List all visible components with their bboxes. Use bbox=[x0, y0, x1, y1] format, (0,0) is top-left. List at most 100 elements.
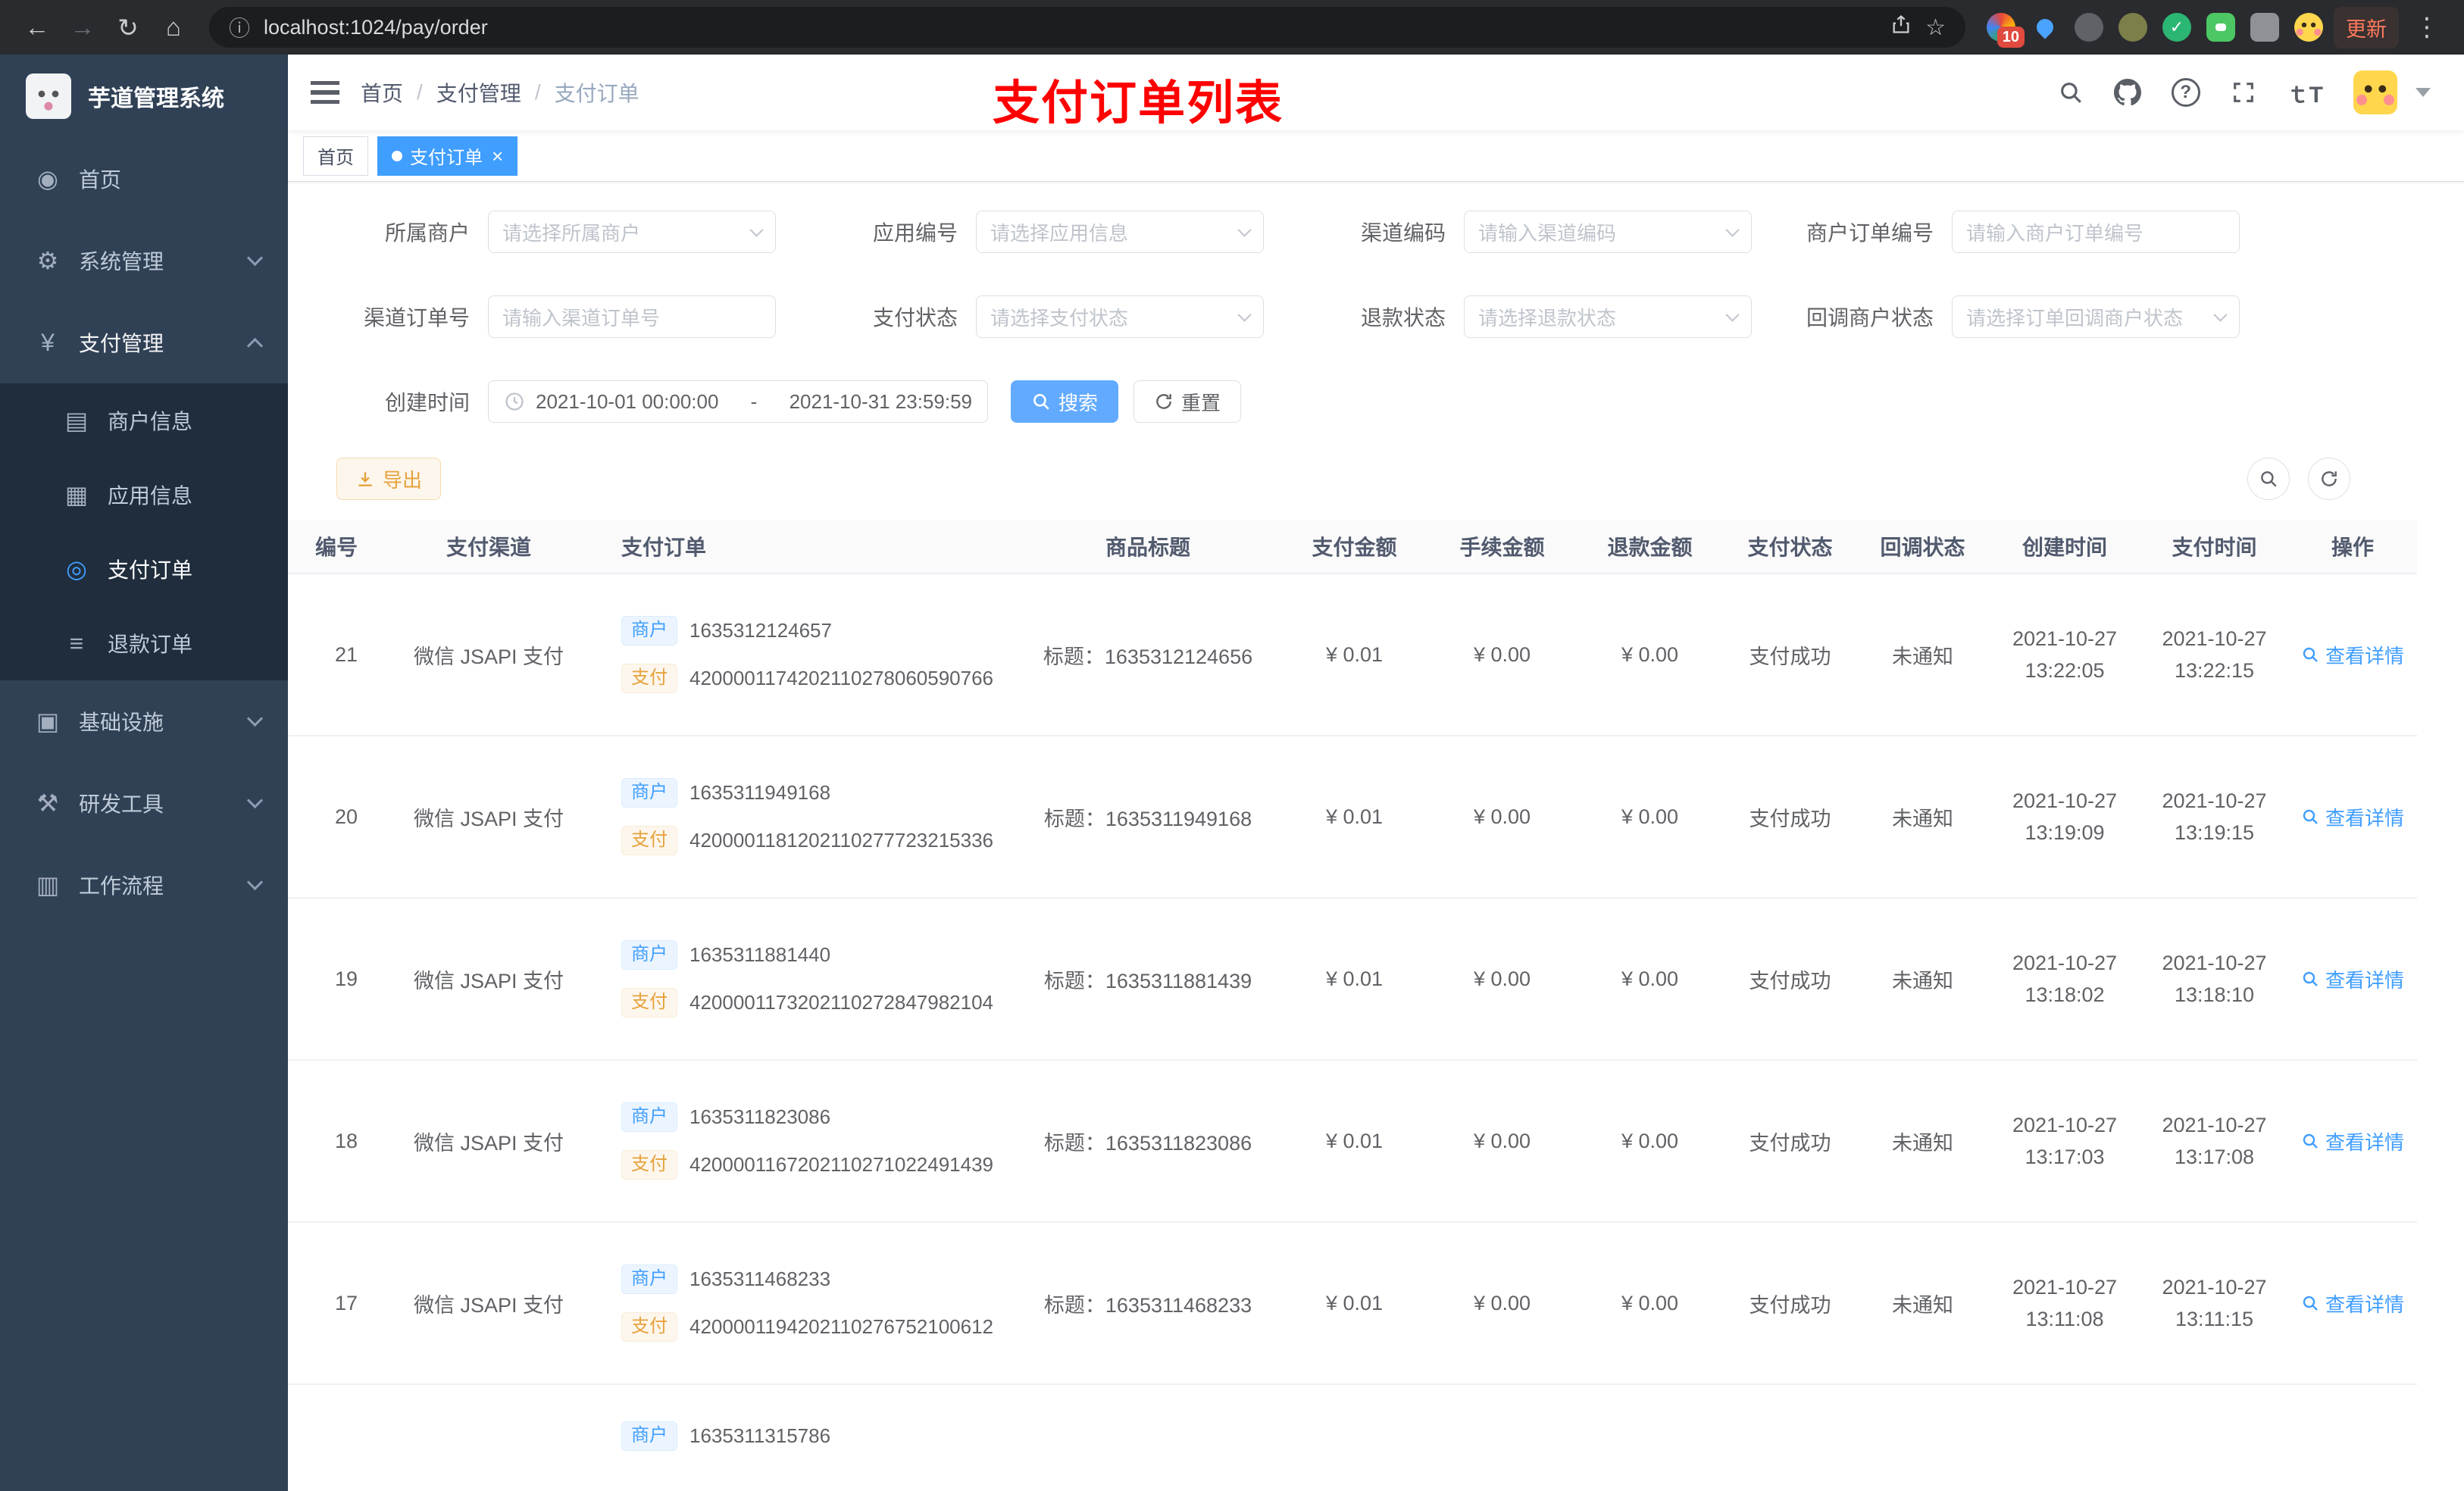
merchant-order-no: 1635311315786 bbox=[689, 1424, 831, 1447]
logo-row[interactable]: 芋道管理系统 bbox=[0, 55, 288, 138]
merchant-tag: 商户 bbox=[621, 940, 677, 970]
sidebar-item-dev-tools[interactable]: ⚒ 研发工具 bbox=[0, 762, 288, 844]
tab-home[interactable]: 首页 bbox=[303, 136, 368, 176]
table-row[interactable]: 20 微信 JSAPI 支付 商户 1635311949168 支付 4200001181… bbox=[288, 736, 2417, 899]
table-row[interactable]: 18 微信 JSAPI 支付 商户 1635311823086 支付 4200001167… bbox=[288, 1061, 2417, 1223]
tab-label: 首页 bbox=[317, 148, 354, 168]
github-icon[interactable] bbox=[2113, 79, 2141, 106]
table-row[interactable]: 21 微信 JSAPI 支付 商户 1635312124657 支付 4200001174… bbox=[288, 574, 2417, 736]
browser-menu-icon[interactable]: ⋮ bbox=[2403, 12, 2447, 42]
puzzle-extension-icon[interactable] bbox=[2250, 13, 2279, 42]
table-row[interactable]: 17 微信 JSAPI 支付 商户 1635311468233 支付 4200001194… bbox=[288, 1223, 2417, 1385]
table-row-partial[interactable]: 商户 1635311315786 bbox=[288, 1385, 2417, 1491]
filter-select-notify-status[interactable]: 请选择订单回调商户状态 bbox=[1952, 295, 2240, 338]
magnifier-icon bbox=[2261, 471, 2277, 487]
font-size-icon[interactable]: ｔT bbox=[2287, 76, 2323, 109]
tab-pay-order[interactable]: 支付订单 × bbox=[377, 136, 518, 176]
merchant-order-line: 商户 1635311823086 bbox=[621, 1102, 830, 1132]
search-button[interactable]: 搜索 bbox=[1011, 380, 1119, 423]
filter-select-channel-code[interactable]: 请输入渠道编码 bbox=[1464, 211, 1752, 253]
share-icon[interactable] bbox=[1890, 14, 1912, 41]
pay-date: 2021-10-27 bbox=[2162, 951, 2267, 974]
olive-extension-icon[interactable] bbox=[2118, 13, 2147, 42]
filter-select-merchant[interactable]: 请选择所属商户 bbox=[488, 211, 776, 253]
filter-select-pay-status[interactable]: 请选择支付状态 bbox=[976, 295, 1264, 338]
browser-refresh-button[interactable]: ↻ bbox=[108, 7, 149, 48]
column-header-7: 支付状态 bbox=[1747, 536, 1833, 559]
sidebar-item-refund-order[interactable]: ≡ 退款订单 bbox=[0, 606, 288, 680]
pay-amount-cell: ¥ 0.01 bbox=[1325, 805, 1384, 828]
pay-amount-cell: ¥ 0.01 bbox=[1325, 1291, 1384, 1314]
create-time-range-input[interactable]: 2021-10-01 00:00:00 - 2021-10-31 23:59:5… bbox=[488, 380, 988, 423]
view-detail-link[interactable]: 查看详情 bbox=[2301, 965, 2404, 993]
pay-tag: 支付 bbox=[621, 988, 677, 1017]
refresh-table-button[interactable] bbox=[2308, 458, 2350, 500]
action-cell: 查看详情 bbox=[2288, 1223, 2417, 1383]
chevron-down-icon[interactable] bbox=[2416, 88, 2431, 97]
sidebar-item-pay-order[interactable]: ◎ 支付订单 bbox=[0, 532, 288, 606]
navbar-actions: ? ｔT bbox=[2058, 70, 2464, 114]
table-row[interactable]: 19 微信 JSAPI 支付 商户 1635311881440 支付 4200001173… bbox=[288, 899, 2417, 1061]
view-detail-link[interactable]: 查看详情 bbox=[2301, 1127, 2404, 1155]
close-icon[interactable]: × bbox=[492, 146, 503, 166]
sidebar-item-merchant-info[interactable]: ▤ 商户信息 bbox=[0, 383, 288, 458]
export-button[interactable]: 导出 bbox=[336, 458, 442, 500]
search-icon[interactable] bbox=[2058, 80, 2084, 105]
browser-update-button[interactable]: 更新 bbox=[2334, 6, 2399, 48]
sidebar-item-payment[interactable]: ¥ 支付管理 bbox=[0, 302, 288, 383]
sidebar-item-label: 商户信息 bbox=[108, 410, 193, 433]
filter-input-channel-order-no[interactable]: 请输入渠道订单号 bbox=[488, 295, 776, 338]
merchant-order-no: 1635311823086 bbox=[689, 1105, 831, 1129]
sidebar-item-workflow[interactable]: ▥ 工作流程 bbox=[0, 844, 288, 926]
pay-order-cell: 商户 1635312124657 支付 42000011742021102780605… bbox=[606, 574, 1015, 735]
fullscreen-icon[interactable] bbox=[2231, 80, 2256, 105]
fee-amount-cell: ¥ 0.00 bbox=[1473, 642, 1531, 666]
dark-extension-icon[interactable] bbox=[2075, 13, 2103, 42]
reset-button[interactable]: 重置 bbox=[1134, 380, 1242, 423]
breadcrumb-item[interactable]: 支付管理 bbox=[436, 77, 521, 108]
pay-time-cell: 2021-10-27 13:18:10 bbox=[2140, 899, 2288, 1059]
page-annotation: 支付订单列表 bbox=[993, 77, 1284, 130]
order-id-cell: 18 bbox=[334, 1129, 358, 1152]
sidebar-item-app-info[interactable]: ▦ 应用信息 bbox=[0, 458, 288, 532]
check-extension-icon[interactable]: ✓ bbox=[2162, 13, 2191, 42]
download-icon bbox=[358, 472, 372, 486]
view-detail-link[interactable]: 查看详情 bbox=[2301, 803, 2404, 831]
browser-home-button[interactable]: ⌂ bbox=[153, 7, 194, 48]
water-drop-extension-icon[interactable] bbox=[2031, 13, 2059, 42]
sidebar-item-home[interactable]: ◉ 首页 bbox=[0, 138, 288, 220]
emoji-profile-icon[interactable] bbox=[2294, 13, 2323, 42]
filter-select-refund-status[interactable]: 请选择退款状态 bbox=[1464, 295, 1752, 338]
avatar[interactable] bbox=[2353, 70, 2397, 114]
app-grid-icon: ▦ bbox=[64, 481, 89, 508]
sidebar-item-label: 工作流程 bbox=[79, 874, 164, 898]
hamburger-icon[interactable] bbox=[311, 81, 339, 104]
browser-back-button[interactable]: ← bbox=[17, 7, 58, 48]
filter-input-merchant-order-no[interactable]: 请输入商户订单编号 bbox=[1952, 211, 2240, 253]
placeholder-text: 请选择应用信息 bbox=[990, 221, 1129, 245]
merchant-card-icon: ▤ bbox=[64, 407, 89, 434]
extensions-grid-icon[interactable]: 10 bbox=[1987, 13, 2025, 48]
view-detail-label: 查看详情 bbox=[2325, 1293, 2404, 1316]
merchant-tag: 商户 bbox=[621, 1421, 677, 1451]
app-title: 芋道管理系统 bbox=[88, 86, 224, 111]
filter-select-app-no[interactable]: 请选择应用信息 bbox=[976, 211, 1264, 253]
toggle-search-button[interactable] bbox=[2247, 458, 2290, 500]
chat-extension-icon[interactable] bbox=[2206, 13, 2235, 42]
breadcrumb-item[interactable]: 首页 bbox=[361, 77, 403, 108]
view-detail-link[interactable]: 查看详情 bbox=[2301, 1289, 2404, 1318]
help-icon[interactable]: ? bbox=[2171, 78, 2200, 107]
infrastructure-icon: ▣ bbox=[36, 708, 60, 735]
sidebar-item-system[interactable]: ⚙ 系统管理 bbox=[0, 220, 288, 302]
view-detail-link[interactable]: 查看详情 bbox=[2301, 641, 2404, 669]
bookmark-star-icon[interactable]: ☆ bbox=[1925, 14, 1946, 41]
column-header-9: 创建时间 bbox=[2022, 536, 2107, 559]
browser-forward-button[interactable]: → bbox=[62, 7, 103, 48]
pay-amount-cell: ¥ 0.01 bbox=[1325, 967, 1384, 990]
create-clock: 13:22:05 bbox=[2025, 659, 2105, 682]
sidebar-item-infrastructure[interactable]: ▣ 基础设施 bbox=[0, 680, 288, 762]
merchant-order-line: 商户 1635311881440 bbox=[621, 940, 830, 970]
site-info-icon[interactable]: ⓘ bbox=[229, 12, 250, 42]
address-bar[interactable]: ⓘ localhost:1024/pay/order ☆ bbox=[209, 7, 1965, 48]
merchant-tag: 商户 bbox=[621, 778, 677, 808]
